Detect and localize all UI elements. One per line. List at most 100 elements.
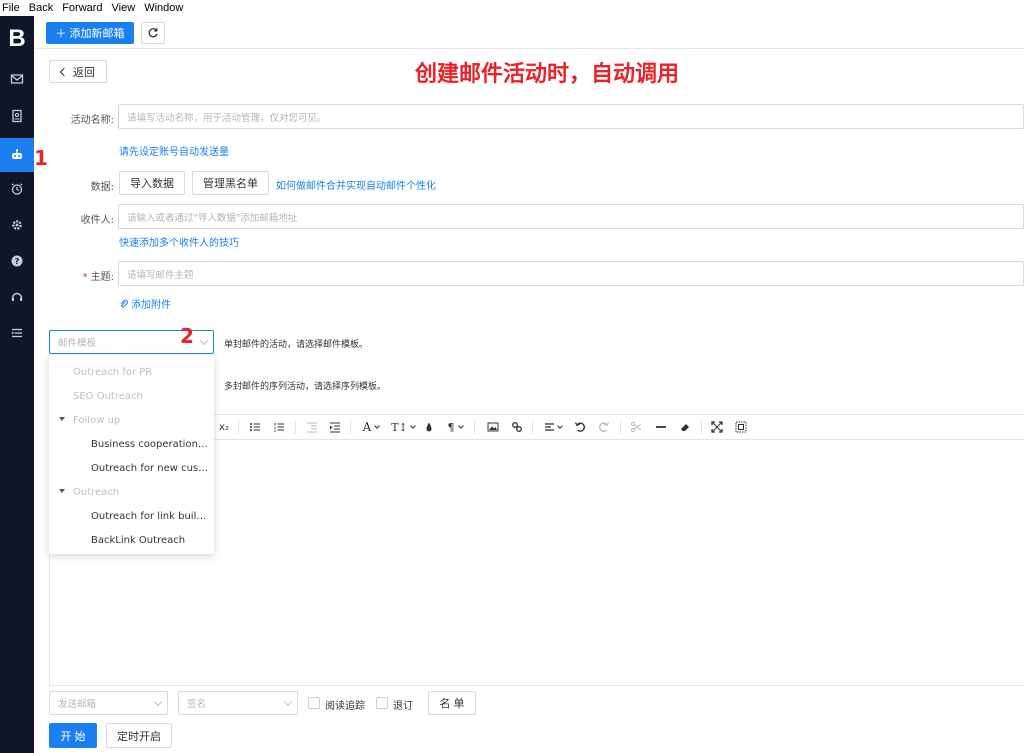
toolbar-divider: [238, 420, 239, 434]
bullet-list-icon: [250, 423, 260, 431]
fullscreen-button[interactable]: [709, 419, 725, 435]
template-option[interactable]: Outreach for link buildi...: [49, 504, 214, 528]
font-size-button[interactable]: T↕: [390, 419, 416, 435]
align-left-icon: [545, 422, 554, 431]
help-icon: ?: [11, 255, 23, 267]
template-hint-single: 单封邮件的活动，请选择邮件模板。: [224, 340, 369, 350]
image-icon: [487, 422, 499, 432]
signature-select-placeholder: 签名: [187, 699, 207, 710]
scissors-icon: [630, 421, 642, 433]
schedule-start-button[interactable]: 定时开启: [106, 723, 172, 748]
template-group-outreach[interactable]: Outreach: [49, 480, 214, 504]
gear-icon: [12, 220, 22, 230]
template-select-placeholder: 邮件模板: [58, 338, 97, 349]
sidebar-item-automation[interactable]: [0, 138, 34, 172]
ink-drop-icon: [426, 422, 432, 432]
template-option: SEO Outreach: [73, 390, 143, 402]
template-option[interactable]: Outreach for new custo...: [49, 456, 214, 480]
insert-image-button[interactable]: [485, 419, 501, 435]
contacts-icon: [12, 109, 22, 123]
sidebar-item-contacts[interactable]: [0, 99, 34, 133]
toolbar-divider: [350, 420, 351, 434]
menu-window[interactable]: Window: [144, 0, 183, 16]
sender-select[interactable]: 发送邮箱: [49, 691, 168, 715]
template-option[interactable]: Business cooperation d...: [49, 432, 214, 456]
sidebar-item-settings[interactable]: [0, 208, 34, 242]
manage-blacklist-button[interactable]: 管理黑名单: [192, 171, 269, 195]
unsubscribe-checkbox[interactable]: [376, 697, 388, 709]
numbered-list-button[interactable]: [271, 419, 287, 435]
read-tracking-checkbox[interactable]: [308, 697, 320, 709]
import-data-button[interactable]: 导入数据: [119, 171, 185, 195]
signature-select[interactable]: 签名: [178, 691, 298, 715]
select-all-icon: [735, 421, 747, 433]
recipient-input[interactable]: 请输入或者通过"导入数据"添加邮箱地址: [118, 204, 1024, 229]
subscript-button[interactable]: x₂: [216, 419, 232, 435]
caret-down-icon: [59, 417, 65, 421]
menu-forward[interactable]: Forward: [62, 0, 102, 16]
add-attachment-link[interactable]: 添加附件: [119, 296, 171, 311]
template-hint-sequence: 多封邮件的序列活动，请选择序列模板。: [224, 382, 387, 392]
app-logo: B: [8, 25, 26, 52]
set-quota-link[interactable]: 请先设定账号自动发送量: [119, 143, 229, 158]
template-dropdown: Outreach for PR SEO Outreach Follow up B…: [49, 356, 214, 554]
horizontal-rule-button[interactable]: [653, 419, 669, 435]
redo-button[interactable]: [596, 419, 612, 435]
subject-input[interactable]: 请填写邮件主题: [118, 261, 1024, 286]
menu-view[interactable]: View: [112, 0, 136, 16]
indent-button[interactable]: [327, 419, 343, 435]
chevron-down-icon: [557, 422, 563, 429]
toolbar-divider: [474, 420, 475, 434]
paperclip-icon: [120, 299, 128, 308]
subject-label-wrap: * 主题:: [44, 268, 114, 283]
mail-merge-link[interactable]: 如何做邮件合并实现自动邮件个性化: [276, 177, 436, 192]
chevron-down-icon: [457, 422, 464, 429]
insert-link-button[interactable]: [509, 419, 525, 435]
sidebar-item-help[interactable]: ?: [0, 244, 34, 278]
sidebar-item-mail[interactable]: [0, 62, 34, 96]
activity-name-input[interactable]: 请填写活动名称，用于活动管理，仅对您可见。: [118, 104, 1024, 129]
bullet-list-button[interactable]: [247, 419, 263, 435]
chevron-down-icon: [199, 336, 209, 346]
refresh-button[interactable]: [141, 22, 165, 44]
font-size-label: T↕: [391, 420, 408, 434]
annotation-marker-2: 2: [180, 324, 194, 348]
horizontal-rule-icon: [656, 426, 666, 428]
numbered-list-icon: [274, 423, 284, 432]
template-group-follow-up[interactable]: Follow up: [49, 408, 214, 432]
menu-file[interactable]: File: [2, 0, 20, 16]
text-color-button[interactable]: [422, 419, 436, 435]
redo-icon: [598, 422, 610, 432]
template-option: Outreach for PR: [73, 366, 153, 378]
font-button[interactable]: A: [359, 419, 383, 435]
menu-back[interactable]: Back: [29, 0, 53, 16]
refresh-icon: [148, 28, 158, 38]
annotation-marker-1: 1: [34, 146, 48, 170]
back-button[interactable]: 返回: [49, 60, 107, 83]
chevron-down-icon: [283, 697, 293, 707]
indent-icon: [330, 422, 340, 433]
toolbar-divider: [295, 420, 296, 434]
link-icon: [512, 422, 522, 432]
sidebar-item-support[interactable]: [0, 280, 34, 314]
sidebar-item-list[interactable]: [0, 316, 34, 350]
mail-icon: [10, 74, 24, 84]
unsubscribe-label: 退订: [393, 701, 413, 712]
sidebar-item-schedule[interactable]: [0, 172, 34, 206]
select-all-button[interactable]: [733, 419, 749, 435]
name-list-button[interactable]: 名 单: [428, 691, 476, 715]
alarm-icon: [11, 183, 23, 195]
paragraph-button[interactable]: ¶: [443, 419, 467, 435]
data-label: 数据:: [90, 182, 114, 193]
add-mailbox-button[interactable]: ＋ 添加新邮箱: [46, 22, 134, 44]
clear-format-button[interactable]: [677, 419, 693, 435]
support-icon: [11, 292, 23, 301]
undo-button[interactable]: [572, 419, 588, 435]
align-button[interactable]: [541, 419, 565, 435]
cut-button[interactable]: [628, 419, 644, 435]
start-button[interactable]: 开 始: [49, 723, 97, 748]
chevron-down-icon: [374, 422, 381, 429]
template-option[interactable]: BackLink Outreach: [49, 528, 214, 552]
quick-add-recipients-link[interactable]: 快速添加多个收件人的技巧: [119, 234, 239, 249]
outdent-button[interactable]: [304, 419, 320, 435]
